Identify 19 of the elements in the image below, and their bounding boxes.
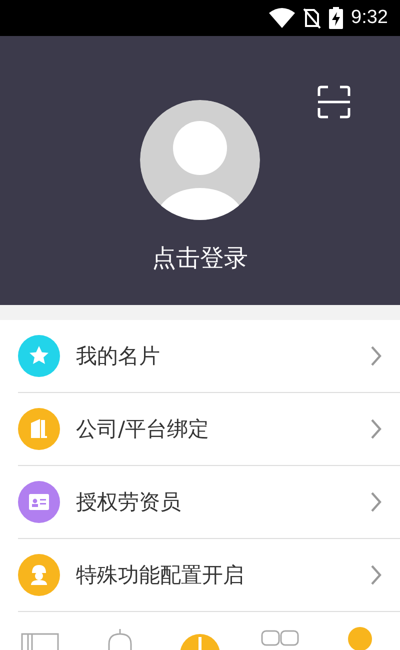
chevron-right-icon xyxy=(370,491,382,513)
menu-item[interactable]: 特殊功能配置开启 xyxy=(18,539,400,612)
menu-item[interactable]: 我的名片 xyxy=(18,320,400,393)
status-time: 9:32 xyxy=(351,7,388,29)
wifi-icon xyxy=(269,8,296,28)
battery-icon xyxy=(329,7,344,29)
login-link[interactable]: 点击登录 xyxy=(152,242,248,274)
menu-label: 授权劳资员 xyxy=(76,489,182,516)
avatar-icon[interactable] xyxy=(140,100,260,220)
no-sim-icon xyxy=(303,7,322,29)
chevron-right-icon xyxy=(370,345,382,367)
menu-item[interactable]: 公司/平台绑定 xyxy=(18,393,400,466)
scan-icon[interactable] xyxy=(317,85,351,119)
chevron-right-icon xyxy=(370,564,382,586)
menu-label: 我的名片 xyxy=(76,343,161,370)
menu-label: 公司/平台绑定 xyxy=(76,416,210,443)
menu-label: 特殊功能配置开启 xyxy=(76,562,245,589)
chevron-right-icon xyxy=(370,418,382,440)
menu-item[interactable]: 授权劳资员 xyxy=(18,466,400,539)
